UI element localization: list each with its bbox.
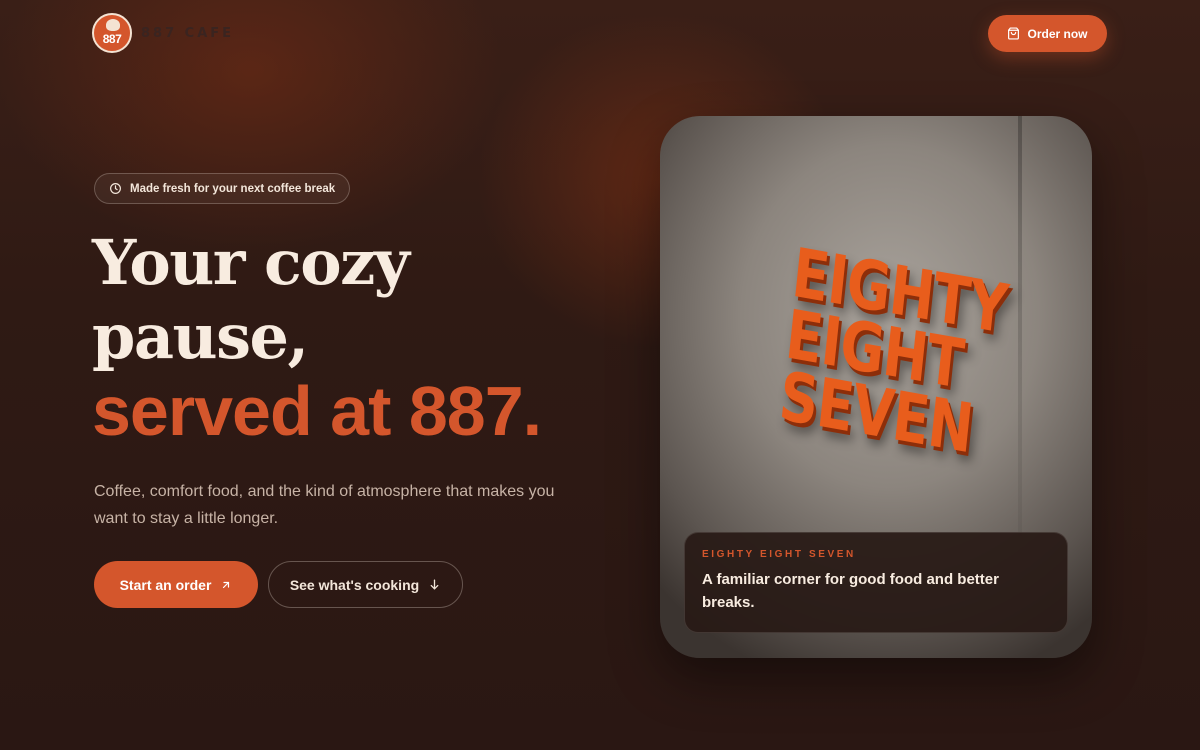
headline-accent: served at 887. [92, 372, 542, 450]
wall-sign: EIGHTY EIGHT SEVEN [776, 233, 1011, 469]
order-now-label: Order now [1027, 26, 1088, 41]
start-order-label: Start an order [119, 576, 212, 593]
shopping-bag-icon [1008, 27, 1020, 40]
site-header: 887 887 CAFE Order now [0, 0, 1200, 70]
logo-text: 887 [102, 32, 122, 46]
logo[interactable]: 887 [92, 13, 132, 53]
see-menu-button[interactable]: See what's cooking [268, 561, 463, 608]
see-menu-label: See what's cooking [289, 576, 420, 593]
hero-badge-text: Made fresh for your next coffee break [130, 182, 336, 195]
arrow-up-right-icon [223, 581, 230, 588]
start-order-button[interactable]: Start an order [94, 561, 258, 608]
card-caption: EIGHTY EIGHT SEVEN A familiar corner for… [684, 532, 1068, 633]
order-now-button[interactable]: Order now [988, 15, 1107, 52]
hero-badge: Made fresh for your next coffee break [94, 173, 351, 204]
headline-line-1: Your cozy [92, 226, 410, 299]
brand[interactable]: 887 887 CAFE [92, 13, 234, 53]
hero-headline: Your cozy pause, served at 887. [92, 226, 612, 448]
hero-subtext: Coffee, comfort food, and the kind of at… [94, 483, 555, 527]
wall-seam [1018, 116, 1022, 536]
clock-icon [110, 183, 121, 194]
hero-image-card: EIGHTY EIGHT SEVEN EIGHTY EIGHT SEVEN A … [660, 116, 1092, 658]
brand-name: 887 CAFE [141, 25, 235, 41]
caption-text: A familiar corner for good food and bett… [702, 571, 999, 611]
mascot-icon [106, 19, 120, 31]
arrow-down-icon [430, 579, 439, 590]
caption-kicker: EIGHTY EIGHT SEVEN [702, 549, 856, 560]
headline-line-2: pause, [92, 300, 309, 373]
